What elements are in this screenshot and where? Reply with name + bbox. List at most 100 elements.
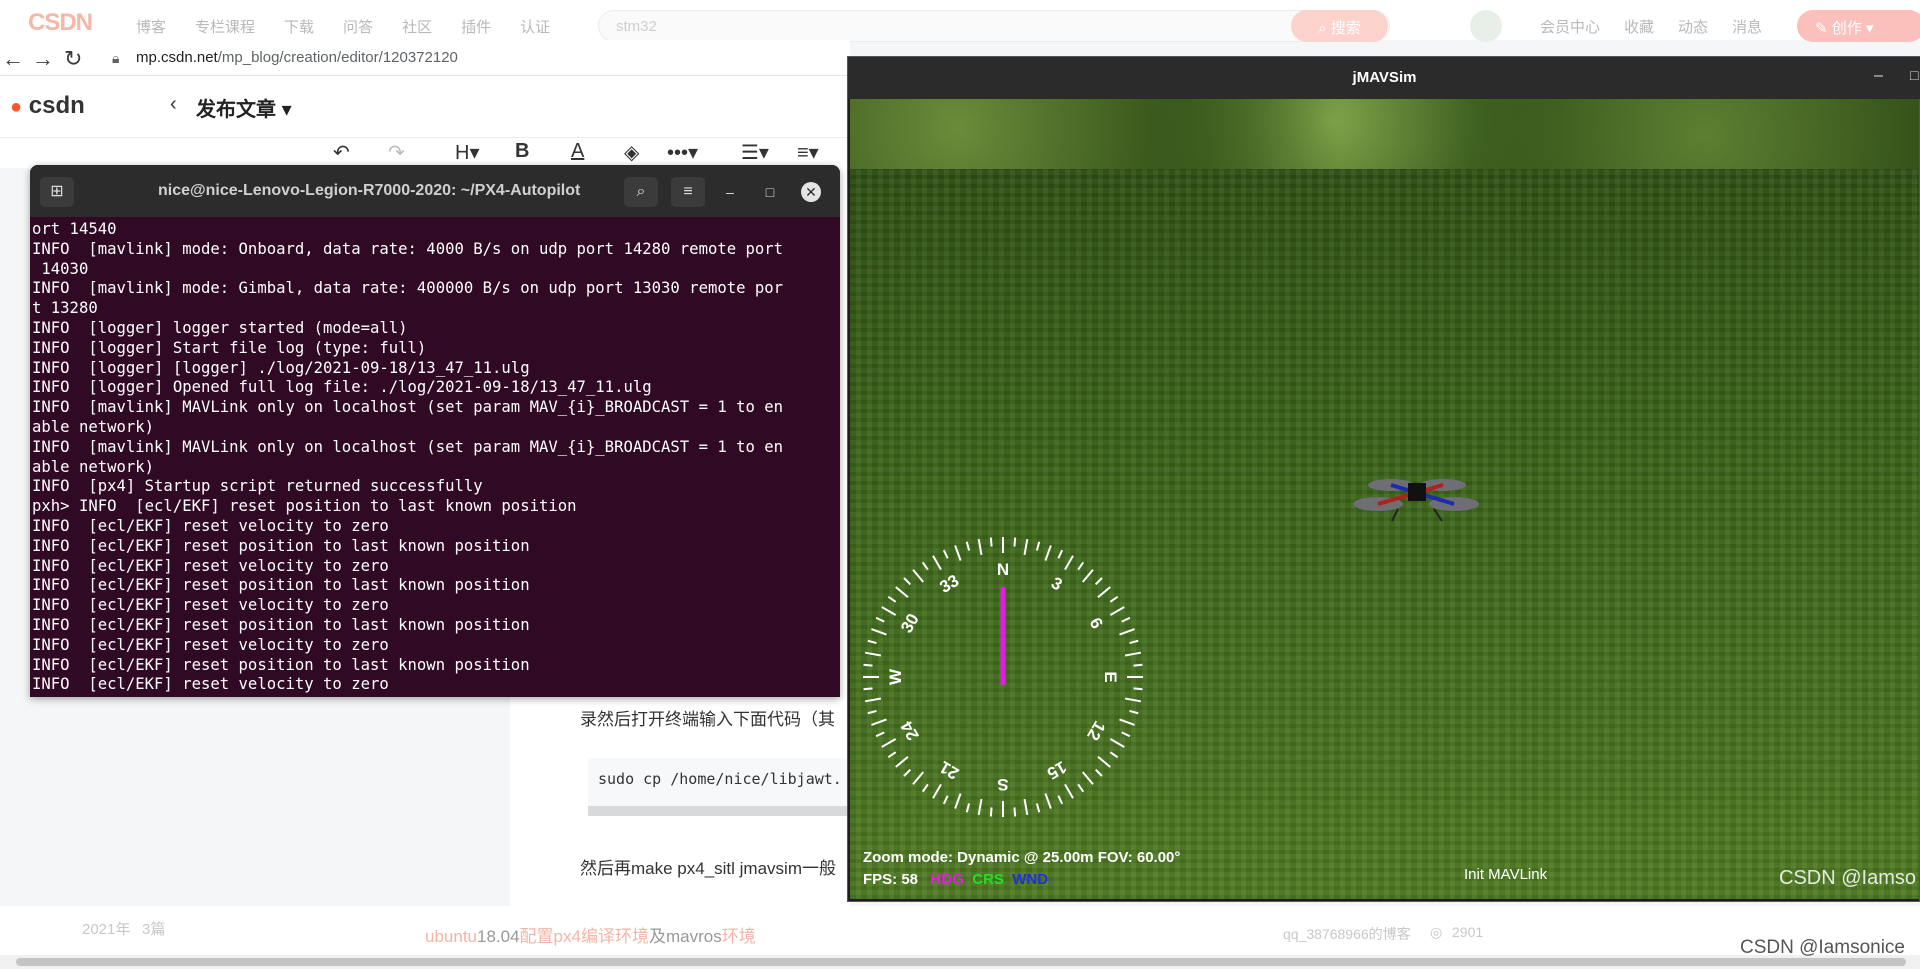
list-icon[interactable]: ☰▾: [741, 140, 769, 165]
csdn-editor-logo[interactable]: ● csdn: [10, 92, 85, 120]
activity-link[interactable]: 动态: [1678, 16, 1708, 37]
maximize-icon[interactable]: □: [1910, 67, 1918, 83]
status-text: Init MAVLink: [1464, 866, 1548, 883]
jmavsim-title: jMAVSim: [1352, 69, 1417, 86]
compass-tick: [912, 771, 925, 785]
compass-tick: [932, 555, 942, 571]
address-bar[interactable]: mp.csdn.net/mp_blog/creation/editor/1203…: [136, 49, 458, 66]
compass-tick: [1124, 697, 1142, 703]
simulation-viewport[interactable]: 33 3 30 6 W E 24 12 21 15 S N Zoom mode: Dynamic @ …: [850, 99, 1919, 899]
compass-tick: [887, 595, 897, 603]
align-icon[interactable]: ≡▾: [797, 140, 819, 165]
minimize-icon[interactable]: –: [1874, 67, 1883, 85]
footer-views: 2901: [1452, 924, 1484, 940]
terminal-line: INFO [mavlink] MAVLink only on localhost…: [32, 398, 784, 417]
maximize-icon[interactable]: □: [760, 182, 780, 202]
horizontal-scrollbar[interactable]: [0, 955, 1920, 969]
editor-header: ● csdn ‹ 发布文章 ▾: [0, 76, 850, 138]
code-line: sudo cp /home/nice/libjawt.: [598, 770, 842, 788]
highlight-icon[interactable]: ◈: [624, 140, 639, 165]
heading-icon[interactable]: H▾: [455, 140, 479, 165]
compass-tick: [1064, 783, 1074, 799]
search-input[interactable]: stm32: [598, 10, 1390, 42]
compass-label: 21: [936, 757, 962, 783]
compass-tick: [895, 755, 909, 768]
url-path: /mp_blog/creation/editor/120372120: [217, 49, 458, 66]
compass-tick: [875, 616, 885, 623]
code-scrollbar[interactable]: [588, 806, 850, 816]
minimize-icon[interactable]: –: [720, 182, 740, 202]
compass-tick: [1121, 731, 1131, 738]
footer-count: 3篇: [142, 921, 166, 938]
browser-toolbar: ← → ↻ 🔒︎ mp.csdn.net/mp_blog/creation/ed…: [0, 40, 850, 76]
back-icon[interactable]: ←: [2, 46, 24, 72]
avatar[interactable]: [1470, 10, 1502, 42]
compass-tick: [1109, 738, 1125, 748]
compass-tick: [1109, 595, 1119, 603]
compass-tick: [1109, 606, 1125, 616]
footer-user[interactable]: qq_38768966的博客: [1283, 924, 1411, 944]
link-part-a: ubuntu: [425, 927, 477, 946]
scrollbar-thumb[interactable]: [16, 958, 1906, 966]
compass-tick: [863, 663, 873, 667]
jmavsim-window[interactable]: jMAVSim – □ 33 3 30 6 W E 24 12 21 15 S N Zoom mode…: [847, 56, 1920, 902]
undo-icon[interactable]: ↶: [333, 140, 350, 165]
terminal-title: nice@nice-Lenovo-Legion-R7000-2020: ~/PX…: [158, 182, 581, 199]
publish-title[interactable]: 发布文章 ▾: [196, 93, 292, 122]
nav-courses[interactable]: 专栏课程: [195, 16, 255, 37]
compass-label: 12: [1083, 718, 1109, 744]
hdg-legend: HDG: [930, 871, 964, 888]
reload-icon[interactable]: ↻: [64, 46, 82, 72]
create-button[interactable]: ✎ 创作 ▾: [1797, 10, 1920, 42]
nav-blog[interactable]: 博客: [136, 16, 166, 37]
nav-qa[interactable]: 问答: [343, 16, 373, 37]
forward-icon[interactable]: →: [32, 46, 54, 72]
terminal-titlebar[interactable]: ⊞ nice@nice-Lenovo-Legion-R7000-2020: ~/…: [30, 165, 840, 217]
member-center-link[interactable]: 会员中心: [1540, 16, 1600, 37]
terminal-window[interactable]: ⊞ nice@nice-Lenovo-Legion-R7000-2020: ~/…: [30, 165, 840, 697]
related-article-link[interactable]: ubuntu18.04配置px4编译环境及mavros环境: [425, 922, 756, 947]
compass-label: E: [1101, 671, 1120, 682]
code-block[interactable]: sudo cp /home/nice/libjawt.: [588, 758, 850, 816]
compass-tick: [903, 768, 912, 777]
terminal-search-icon[interactable]: ⌕: [624, 177, 658, 207]
terminal-line: able network): [32, 417, 155, 436]
terminal-line: t 13280: [32, 299, 98, 318]
redo-icon[interactable]: ↷: [388, 140, 405, 165]
wnd-legend: WND: [1012, 871, 1049, 888]
nav-certification[interactable]: 认证: [520, 16, 550, 37]
compass-tick: [1097, 586, 1111, 599]
compass-label: S: [997, 775, 1008, 794]
compass-tick: [942, 549, 949, 559]
csdn-logo[interactable]: CSDN: [28, 9, 93, 37]
new-tab-icon[interactable]: ⊞: [40, 177, 74, 207]
editor-paragraph-1: 录然后打开终端输入下面代码（其: [580, 710, 835, 729]
more-icon[interactable]: •••▾: [667, 140, 698, 165]
messages-link[interactable]: 消息: [1732, 16, 1762, 37]
lock-icon: 🔒︎: [112, 50, 120, 66]
compass-tick: [1023, 798, 1029, 816]
bold-icon[interactable]: B: [515, 140, 529, 163]
back-chevron-icon[interactable]: ‹: [170, 93, 177, 116]
terminal-line: INFO [ecl/EKF] reset velocity to zero: [32, 635, 389, 654]
compass-tick: [989, 807, 993, 817]
nav-community[interactable]: 社区: [402, 16, 432, 37]
hamburger-menu-icon[interactable]: ≡: [671, 177, 705, 207]
terminal-line: INFO [ecl/EKF] reset position to last kn…: [32, 536, 530, 555]
close-icon[interactable]: ✕: [801, 182, 821, 202]
compass-tick: [965, 541, 971, 551]
terminal-output[interactable]: ort 14540 INFO [mavlink] mode: Onboard, d…: [32, 220, 832, 695]
font-color-icon[interactable]: A: [571, 140, 584, 163]
terminal-line: INFO [mavlink] MAVLink only on localhost…: [32, 437, 784, 456]
compass-tick: [942, 795, 949, 805]
favorites-link[interactable]: 收藏: [1624, 16, 1654, 37]
compass-tick: [864, 651, 882, 657]
compass-tick: [1064, 555, 1074, 571]
compass-tick: [1124, 651, 1142, 657]
jmavsim-titlebar[interactable]: jMAVSim – □: [848, 57, 1920, 99]
terminal-line: INFO [mavlink] mode: Gimbal, data rate: …: [32, 279, 784, 298]
nav-download[interactable]: 下载: [284, 16, 314, 37]
nav-plugins[interactable]: 插件: [461, 16, 491, 37]
compass-tick: [1094, 577, 1103, 586]
search-button[interactable]: ⌕ 搜索: [1291, 10, 1388, 42]
